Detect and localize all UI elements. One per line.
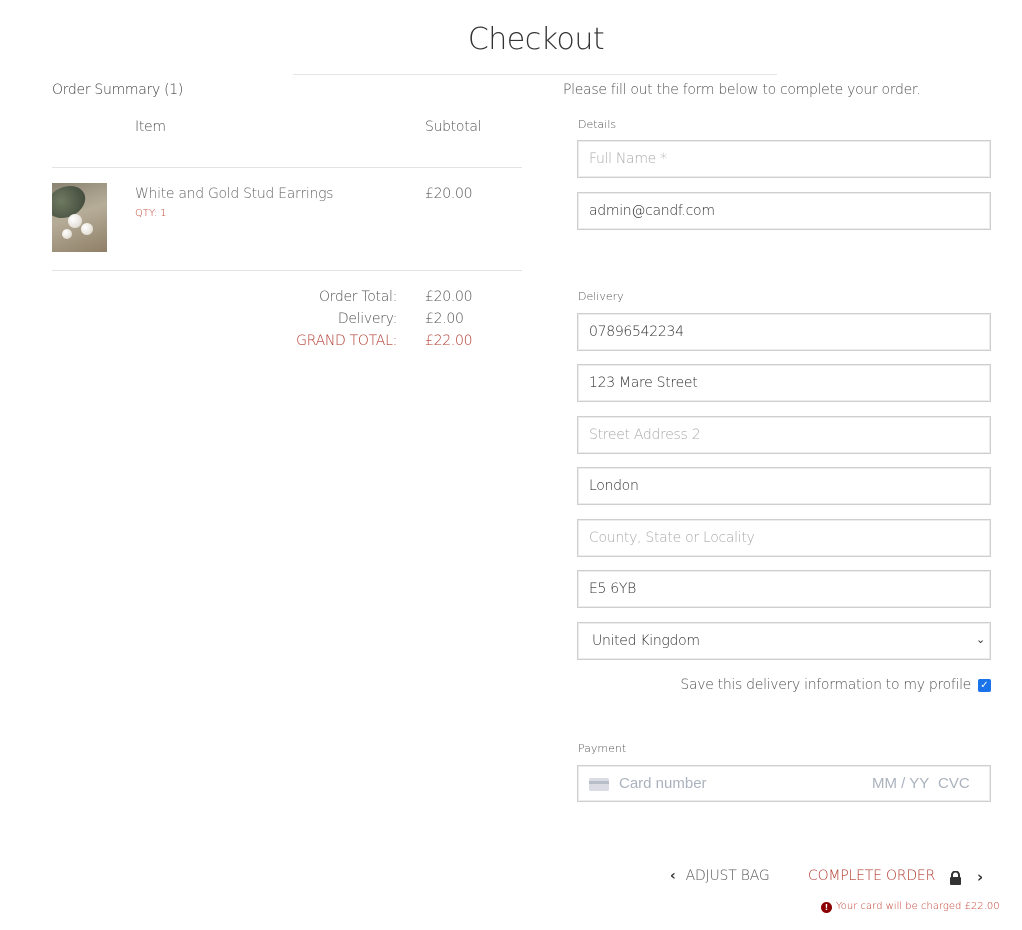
summary-divider	[52, 167, 522, 168]
column-header-item: Item	[135, 119, 166, 135]
column-header-subtotal: Subtotal	[425, 119, 482, 135]
form-intro: Please fill out the form below to comple…	[563, 82, 921, 98]
title-divider	[293, 74, 777, 75]
phone-input[interactable]	[577, 313, 991, 351]
delivery-legend: Delivery	[578, 290, 624, 303]
order-total-value: £20.00	[425, 289, 473, 305]
street-address-1-input[interactable]	[577, 364, 991, 402]
street-address-2-input[interactable]	[577, 416, 991, 454]
product-image	[52, 183, 107, 252]
order-summary-heading: Order Summary (1)	[52, 82, 184, 98]
complete-order-button[interactable]: COMPLETE ORDER	[808, 868, 935, 884]
town-city-input[interactable]	[577, 467, 991, 505]
charge-warning: ! Your card will be charged £22.00	[821, 901, 1000, 913]
details-legend: Details	[578, 118, 617, 131]
credit-card-icon	[589, 778, 609, 791]
save-info-label: Save this delivery information to my pro…	[680, 677, 971, 693]
charge-warning-text: Your card will be charged £22.00	[836, 901, 1000, 912]
order-total-label: Order Total:	[318, 289, 397, 305]
adjust-bag-label: ADJUST BAG	[685, 868, 770, 884]
delivery-label: Delivery:	[337, 311, 397, 327]
payment-legend: Payment	[578, 742, 627, 755]
product-name: White and Gold Stud Earrings	[135, 186, 334, 202]
alert-icon: !	[821, 902, 832, 913]
product-price: £20.00	[425, 186, 473, 202]
complete-order-label: COMPLETE ORDER	[808, 868, 936, 884]
card-number-placeholder: Card number	[619, 775, 707, 792]
email-input[interactable]	[577, 192, 991, 230]
chevron-left-icon: ‹	[670, 868, 676, 884]
county-input[interactable]	[577, 519, 991, 557]
summary-divider	[52, 270, 522, 271]
page-title: Checkout	[467, 22, 605, 57]
grand-total-label: GRAND TOTAL:	[296, 333, 397, 349]
postcode-input[interactable]	[577, 570, 991, 608]
delivery-value: £2.00	[425, 311, 464, 327]
save-info-checkbox[interactable]: ✓	[978, 679, 991, 692]
card-element[interactable]: Card number MM / YY CVC	[577, 765, 991, 802]
grand-total-value: £22.00	[425, 333, 473, 349]
card-cvc-placeholder: CVC	[938, 775, 970, 792]
adjust-bag-button[interactable]: ‹ ADJUST BAG	[670, 868, 770, 884]
card-expiry-placeholder: MM / YY	[872, 775, 930, 792]
product-qty: QTY: 1	[135, 208, 167, 219]
country-select[interactable]: United Kingdom	[577, 622, 991, 660]
lock-icon	[950, 871, 961, 885]
chevron-right-icon: ›	[977, 868, 984, 886]
full-name-input[interactable]	[577, 140, 991, 178]
